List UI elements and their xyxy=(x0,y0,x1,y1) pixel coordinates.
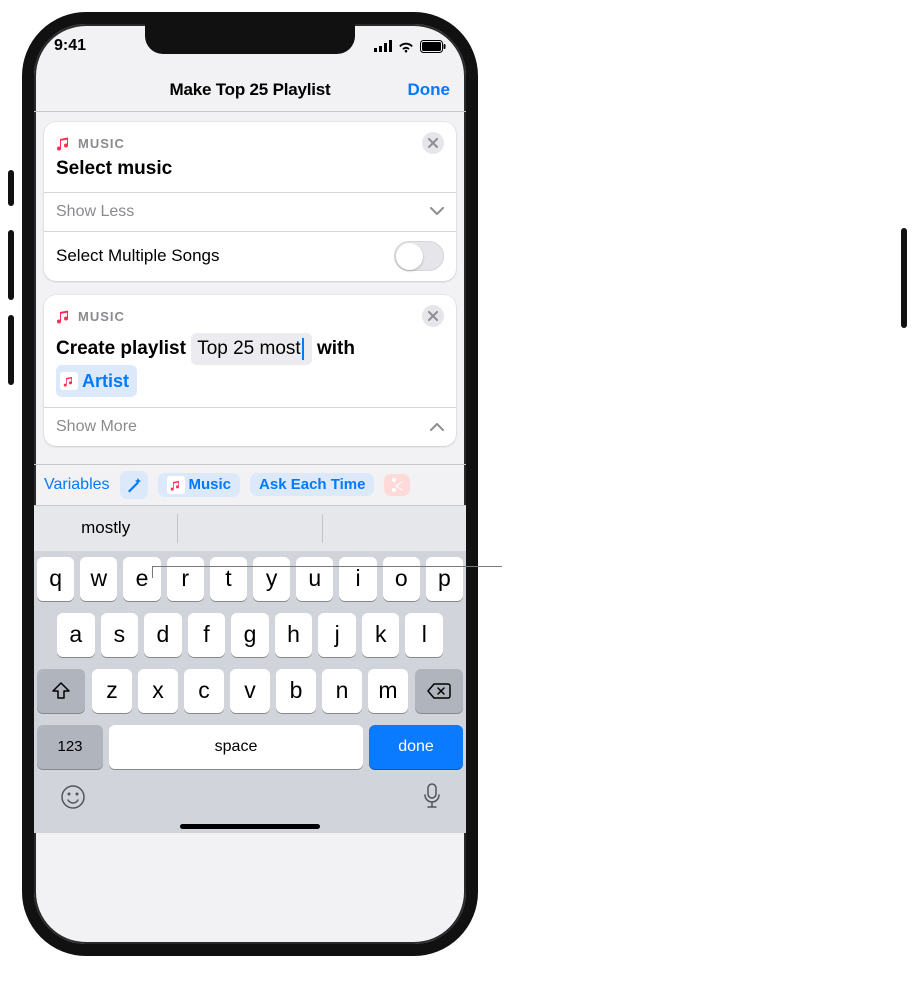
home-indicator[interactable] xyxy=(180,824,320,829)
remove-action-button[interactable] xyxy=(422,132,444,154)
numbers-key[interactable]: 123 xyxy=(37,725,103,769)
suggestion-1[interactable]: mostly xyxy=(34,506,177,551)
key-a[interactable]: a xyxy=(57,613,95,657)
mic-icon xyxy=(423,783,441,809)
dictation-key[interactable] xyxy=(423,783,441,816)
close-icon xyxy=(428,311,438,321)
show-more-row[interactable]: Show More xyxy=(44,408,456,446)
music-note-icon xyxy=(56,135,72,151)
suggestion-3[interactable] xyxy=(323,506,466,551)
key-c[interactable]: c xyxy=(184,669,224,713)
key-u[interactable]: u xyxy=(296,557,333,601)
music-note-icon xyxy=(56,308,72,324)
page-title: Make Top 25 Playlist xyxy=(169,80,330,100)
show-less-label: Show Less xyxy=(56,203,134,221)
key-v[interactable]: v xyxy=(230,669,270,713)
key-j[interactable]: j xyxy=(318,613,356,657)
key-h[interactable]: h xyxy=(275,613,313,657)
show-more-label: Show More xyxy=(56,418,137,436)
close-icon xyxy=(428,138,438,148)
suggestion-2[interactable] xyxy=(178,506,321,551)
select-multiple-row: Select Multiple Songs xyxy=(44,231,456,281)
callout-line xyxy=(152,566,502,567)
done-button[interactable]: Done xyxy=(408,80,451,100)
playlist-name-input[interactable]: Top 25 most xyxy=(191,333,312,365)
cellular-icon xyxy=(374,40,392,52)
app-name: MUSIC xyxy=(78,136,125,151)
text-with: with xyxy=(317,338,355,359)
key-d[interactable]: d xyxy=(144,613,182,657)
show-less-row[interactable]: Show Less xyxy=(44,193,456,231)
variables-bar: Variables Music Ask Each Time xyxy=(34,464,466,505)
key-k[interactable]: k xyxy=(362,613,400,657)
chevron-down-icon xyxy=(430,207,444,216)
wifi-icon xyxy=(397,40,415,53)
key-p[interactable]: p xyxy=(426,557,463,601)
text-cursor xyxy=(302,338,304,360)
action-card-select-music: MUSIC Select music Show Less Select M xyxy=(44,122,456,281)
variable-name: Artist xyxy=(82,366,129,396)
shift-key[interactable] xyxy=(37,669,85,713)
key-t[interactable]: t xyxy=(210,557,247,601)
scissors-icon xyxy=(390,478,404,492)
app-name: MUSIC xyxy=(78,309,125,324)
action-sentence: Create playlist Top 25 most with Artist xyxy=(44,327,456,407)
select-multiple-toggle[interactable] xyxy=(394,241,444,271)
key-l[interactable]: l xyxy=(405,613,443,657)
space-key[interactable]: space xyxy=(109,725,363,769)
action-card-create-playlist: MUSIC Create playlist Top 25 most with xyxy=(44,295,456,446)
wand-icon xyxy=(125,476,143,494)
select-multiple-label: Select Multiple Songs xyxy=(56,246,219,266)
key-w[interactable]: w xyxy=(80,557,117,601)
key-r[interactable]: r xyxy=(167,557,204,601)
status-time: 9:41 xyxy=(54,37,86,55)
app-label: MUSIC xyxy=(56,308,125,324)
key-x[interactable]: x xyxy=(138,669,178,713)
key-b[interactable]: b xyxy=(276,669,316,713)
key-q[interactable]: q xyxy=(37,557,74,601)
key-s[interactable]: s xyxy=(101,613,139,657)
key-e[interactable]: e xyxy=(123,557,160,601)
key-y[interactable]: y xyxy=(253,557,290,601)
key-i[interactable]: i xyxy=(339,557,376,601)
keyboard-done-key[interactable]: done xyxy=(369,725,463,769)
shift-icon xyxy=(51,682,71,700)
key-n[interactable]: n xyxy=(322,669,362,713)
playlist-name-value: Top 25 most xyxy=(197,334,301,364)
key-m[interactable]: m xyxy=(368,669,408,713)
variable-artist-chip[interactable]: Artist xyxy=(56,365,137,397)
battery-icon xyxy=(420,40,446,53)
keyboard: qwertyuiop asdfghjkl zxcvbnm 123 space d… xyxy=(34,551,466,833)
keyboard-suggestions: mostly xyxy=(34,505,466,551)
delete-key[interactable] xyxy=(415,669,463,713)
ask-each-time-button[interactable]: Ask Each Time xyxy=(250,473,374,496)
content-area: MUSIC Select music Show Less Select M xyxy=(34,112,466,464)
key-f[interactable]: f xyxy=(188,613,226,657)
remove-action-button[interactable] xyxy=(422,305,444,327)
emoji-icon xyxy=(59,783,87,811)
app-label: MUSIC xyxy=(56,135,125,151)
notch xyxy=(145,24,355,54)
status-icons xyxy=(374,40,446,53)
clipboard-variable-button[interactable] xyxy=(384,474,410,496)
emoji-key[interactable] xyxy=(59,783,87,816)
key-o[interactable]: o xyxy=(383,557,420,601)
key-g[interactable]: g xyxy=(231,613,269,657)
action-title: Select music xyxy=(44,154,456,192)
chevron-up-icon xyxy=(430,422,444,431)
backspace-icon xyxy=(427,682,451,700)
phone-frame: 9:41 Make Top 25 Playlist Done xyxy=(22,12,478,956)
key-z[interactable]: z xyxy=(92,669,132,713)
music-variable-button[interactable]: Music xyxy=(158,473,241,497)
variables-button[interactable]: Variables xyxy=(44,476,110,494)
music-note-icon xyxy=(60,372,78,390)
music-note-icon xyxy=(167,476,185,494)
magic-variable-button[interactable] xyxy=(120,471,148,499)
nav-bar: Make Top 25 Playlist Done xyxy=(34,68,466,112)
text-create-playlist: Create playlist xyxy=(56,338,186,359)
